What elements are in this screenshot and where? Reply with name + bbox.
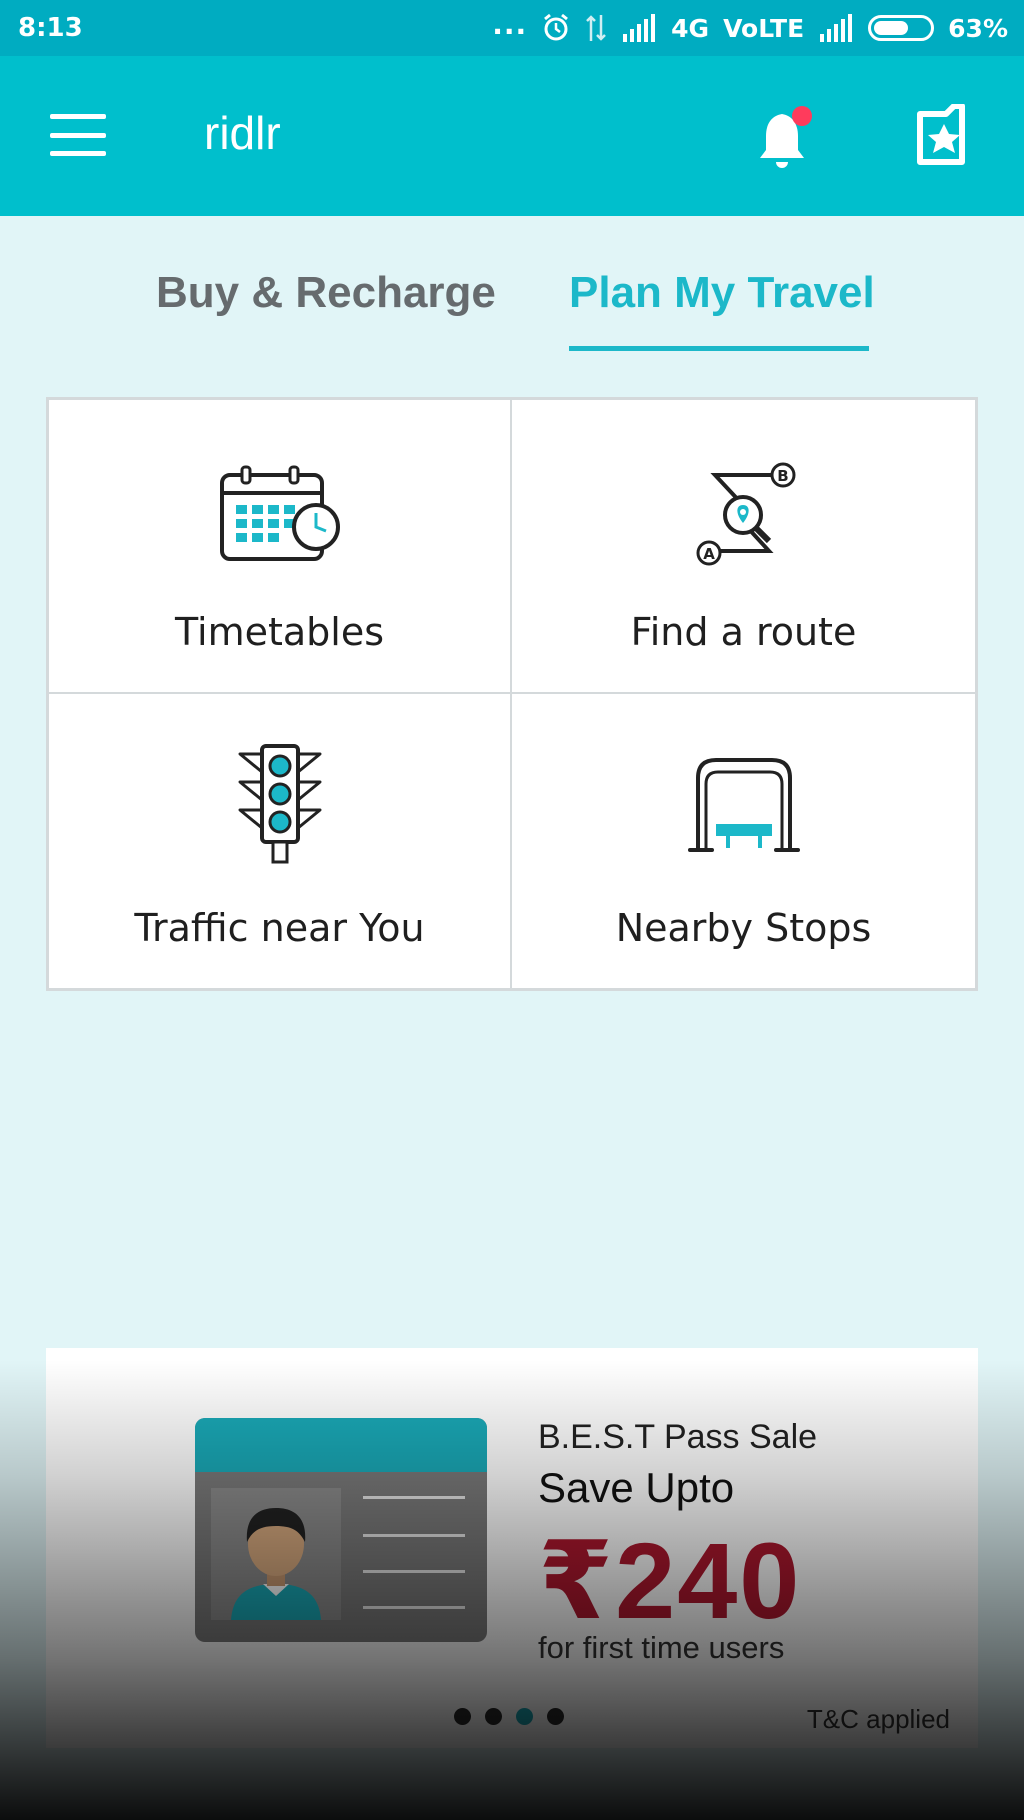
nearby-stops-label: Nearby Stops bbox=[615, 906, 872, 950]
more-notifications-icon: ... bbox=[492, 7, 528, 41]
nearby-stops-tile[interactable]: Nearby Stops bbox=[512, 694, 975, 988]
carousel-dot-2[interactable] bbox=[485, 1708, 502, 1725]
find-route-tile[interactable]: B A Find a route bbox=[512, 400, 975, 694]
status-time: 8:13 bbox=[18, 13, 83, 43]
menu-button[interactable] bbox=[50, 114, 106, 156]
svg-text:B: B bbox=[777, 467, 788, 485]
signal-icon-2 bbox=[820, 14, 853, 42]
promo-save-text: Save Upto bbox=[538, 1464, 735, 1511]
menu-icon bbox=[50, 114, 106, 119]
volte-label: VoLTE bbox=[723, 13, 805, 43]
tab-buy-recharge[interactable]: Buy & Recharge bbox=[156, 268, 496, 318]
active-tab-indicator bbox=[569, 346, 869, 351]
traffic-label: Traffic near You bbox=[134, 906, 425, 950]
traffic-tile[interactable]: Traffic near You bbox=[49, 694, 512, 988]
timetables-tile[interactable]: Timetables bbox=[49, 400, 512, 694]
traffic-light-icon bbox=[238, 744, 321, 864]
carousel-dot-4[interactable] bbox=[547, 1708, 564, 1725]
status-icons: ... 4G VoLTE 63% bbox=[492, 8, 1008, 43]
battery-icon bbox=[868, 15, 935, 41]
carousel-dot-3[interactable] bbox=[516, 1708, 533, 1725]
route-map-icon: B A bbox=[696, 462, 795, 566]
bell-icon bbox=[760, 106, 812, 168]
promo-amount: ₹240 bbox=[538, 1520, 802, 1641]
notifications-button[interactable] bbox=[756, 106, 816, 172]
promo-banner[interactable]: B.E.S.T Pass Sale Save Upto ₹240 for fir… bbox=[46, 1348, 978, 1748]
find-route-label: Find a route bbox=[630, 610, 857, 654]
travel-options-grid: Timetables B A Find a route Traffic near… bbox=[46, 397, 978, 991]
terms-conditions-text: T&C applied bbox=[806, 1704, 950, 1734]
tab-bar: Buy & Recharge Plan My Travel bbox=[0, 216, 1024, 356]
alarm-icon bbox=[544, 13, 569, 41]
svg-text:A: A bbox=[703, 545, 715, 563]
notification-badge bbox=[792, 106, 812, 126]
app-bar: ridlr bbox=[0, 56, 1024, 216]
battery-percent: 63% bbox=[948, 13, 1008, 43]
status-bar: 8:13 ... 4G VoLTE 63% bbox=[0, 0, 1024, 56]
promo-subtitle: for first time users bbox=[538, 1630, 785, 1665]
pass-card-illustration bbox=[195, 1418, 487, 1642]
tab-plan-my-travel[interactable]: Plan My Travel bbox=[569, 268, 875, 318]
favourite-document-icon bbox=[917, 103, 965, 165]
timetables-label: Timetables bbox=[174, 610, 385, 654]
user-avatar-icon bbox=[231, 1508, 321, 1620]
calendar-clock-icon bbox=[219, 465, 340, 561]
bus-stop-icon bbox=[687, 758, 800, 852]
network-type: 4G bbox=[671, 13, 710, 43]
promo-title: B.E.S.T Pass Sale bbox=[538, 1418, 818, 1456]
carousel-dot-1[interactable] bbox=[454, 1708, 471, 1725]
signal-icon bbox=[623, 14, 656, 42]
data-transfer-icon bbox=[586, 15, 607, 41]
favourites-button[interactable] bbox=[914, 103, 974, 170]
carousel-indicator bbox=[454, 1708, 564, 1725]
app-title: ridlr bbox=[204, 107, 281, 159]
